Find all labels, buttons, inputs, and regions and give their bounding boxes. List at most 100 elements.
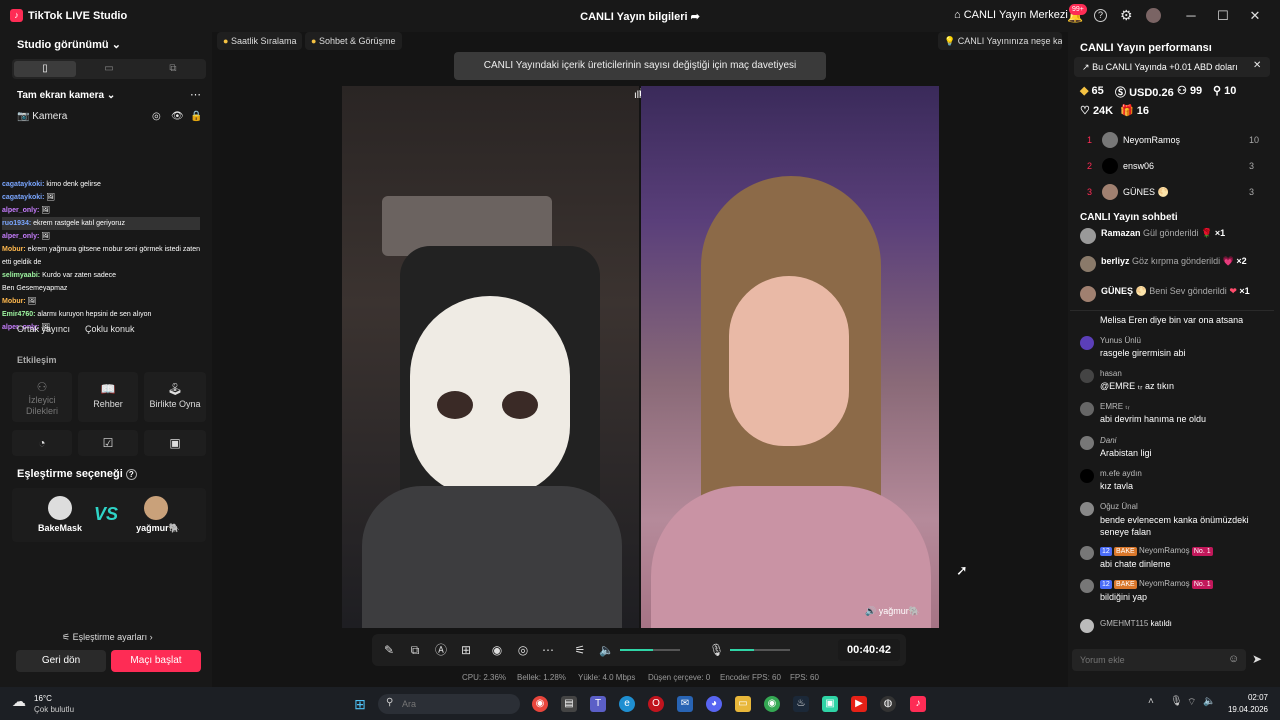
- folder-icon[interactable]: ▭: [735, 696, 751, 712]
- checklist-icon[interactable]: ☑: [78, 430, 138, 456]
- eye-icon[interactable]: 👁: [171, 111, 184, 122]
- chat-text: @EMRE ₜᵣ az tıkın: [1100, 381, 1174, 391]
- close-icon[interactable]: ✕: [1253, 60, 1261, 71]
- box-icon[interactable]: ▣: [144, 430, 206, 456]
- lock-icon[interactable]: 🔒: [190, 111, 202, 122]
- cohost-tab[interactable]: Ortak yayıncı: [17, 324, 70, 334]
- volume-slider[interactable]: [620, 649, 680, 651]
- teams-icon[interactable]: T: [590, 696, 606, 712]
- ai-icon[interactable]: Ⓐ: [434, 643, 448, 657]
- search-input[interactable]: [398, 694, 508, 714]
- steam-icon[interactable]: ♨: [793, 696, 809, 712]
- microphone-icon[interactable]: 🎙: [709, 643, 724, 657]
- discord-icon[interactable]: ◕: [706, 696, 722, 712]
- home-icon: ⌂: [954, 9, 961, 21]
- live-center-link[interactable]: ⌂ CANLI Yayın Merkezi: [954, 9, 1068, 21]
- help-icon[interactable]: ?: [1094, 9, 1107, 22]
- chat-text: abi devrim hanıma ne oldu: [1100, 414, 1207, 424]
- maximize-icon[interactable]: ☐: [1208, 6, 1238, 26]
- mic-tray-icon[interactable]: 🎙: [1170, 696, 1183, 707]
- match-card[interactable]: BakeMask VS yağmur🐘: [12, 488, 206, 542]
- chevron-down-icon: ⌄: [111, 39, 121, 51]
- split-view-icon[interactable]: ⧉: [142, 61, 204, 77]
- network-icon[interactable]: ⌔: [1187, 696, 1196, 709]
- landscape-view-icon[interactable]: ▭: [78, 61, 140, 77]
- rank-number: 1: [1087, 135, 1093, 145]
- magic-wand-icon[interactable]: ✎: [382, 643, 396, 657]
- ranking-row[interactable]: 2 ensw06 3: [1080, 156, 1265, 178]
- send-icon[interactable]: ➤: [1252, 652, 1262, 666]
- obs-icon[interactable]: ◍: [880, 696, 896, 712]
- fun-chip[interactable]: 💡 CANLI Yayınınıza neşe katın: [938, 32, 1062, 50]
- clock-date[interactable]: 19.04.2026: [1222, 705, 1268, 714]
- viewer-requests-tile[interactable]: ⚇ İzleyici Dilekleri: [12, 372, 72, 422]
- more-icon[interactable]: ⋯: [541, 643, 555, 657]
- overlay-line: alper_only: 🖼: [2, 233, 51, 240]
- title-bar: ♪ TikTok LIVE Studio CANLI Yayın bilgile…: [0, 0, 1280, 32]
- weather-cloud-icon[interactable]: ☁: [12, 693, 26, 710]
- volume-icon[interactable]: 🔈: [599, 643, 614, 657]
- record-icon[interactable]: ◉: [490, 643, 504, 657]
- emoji-icon[interactable]: ☺: [1228, 653, 1239, 665]
- bulb-icon: 💡: [944, 36, 956, 46]
- target-icon[interactable]: ◎: [152, 111, 161, 122]
- mixer-icon[interactable]: ⚟: [573, 643, 587, 657]
- volume-tray-icon[interactable]: 🔈: [1203, 696, 1215, 707]
- camera-section-dropdown[interactable]: Tam ekran kamera ⌄: [17, 90, 115, 101]
- profile-avatar[interactable]: [1146, 8, 1161, 23]
- studio-view-dropdown[interactable]: Studio görünümü ⌄: [17, 38, 121, 51]
- chat-overlay: cagataykoki: kimo denk gelirse cagatayko…: [0, 172, 212, 332]
- join-text: katıldı: [1150, 619, 1172, 628]
- live-info-title[interactable]: CANLI Yayın bilgileri ➦: [0, 10, 1280, 23]
- help-icon[interactable]: ?: [125, 469, 137, 480]
- comment-input[interactable]: [1072, 649, 1222, 671]
- portrait-view-icon[interactable]: ▯: [14, 61, 76, 77]
- ranking-row[interactable]: 1 NeyomRamoş 10: [1080, 130, 1265, 152]
- gear-icon[interactable]: ⚙: [1120, 7, 1133, 24]
- youtube-icon[interactable]: ▶: [851, 696, 867, 712]
- close-icon[interactable]: ✕: [1240, 6, 1270, 26]
- share-icon[interactable]: ➦: [691, 11, 700, 23]
- back-button[interactable]: Geri dön: [16, 650, 106, 672]
- chat-user: NeyomRamoş: [1138, 546, 1190, 555]
- performance-banner: ↗ Bu CANLI Yayında +0.01 ABD doları: [1074, 57, 1270, 77]
- overlay-line: ruo1934: ekrem rastgele katıl geriyoruz: [2, 217, 200, 231]
- play-together-tile[interactable]: 🕹 Birlikte Oyna: [144, 372, 206, 422]
- tiktok-studio-icon[interactable]: ♪: [910, 696, 926, 712]
- chevron-up-icon[interactable]: ˄: [1148, 696, 1154, 707]
- hourly-ranking-chip[interactable]: ● Saatlik Sıralama: [217, 32, 303, 50]
- snapshot-icon[interactable]: ◎: [516, 643, 530, 657]
- level-badge: 12: [1100, 547, 1112, 556]
- camera-item[interactable]: 📷 Kamera: [17, 111, 67, 122]
- screen-icon[interactable]: ⧉: [408, 643, 422, 657]
- chrome-icon[interactable]: ◉: [532, 696, 548, 712]
- app-icon[interactable]: ▣: [822, 696, 838, 712]
- opera-icon[interactable]: O: [648, 696, 664, 712]
- match-option-label: Eşleştirme seçeneği: [17, 468, 123, 480]
- fun-chip-label: CANLI Yayınınıza neşe katın: [957, 36, 1062, 46]
- mask-eye: [437, 391, 473, 419]
- avatar: [1080, 369, 1094, 383]
- more-icon[interactable]: ⋯: [190, 88, 201, 101]
- avatar: [1080, 436, 1094, 450]
- mail-icon[interactable]: ✉: [677, 696, 693, 712]
- windows-start-icon[interactable]: ⊞: [352, 696, 368, 712]
- book-icon: 📖: [100, 382, 116, 396]
- ranking-row[interactable]: 3 GÜNES 🌕 3: [1080, 182, 1265, 204]
- store-icon[interactable]: ▤: [561, 696, 577, 712]
- avatar: [1080, 228, 1096, 244]
- rank-badge: No. 1: [1191, 580, 1213, 589]
- poll-icon[interactable]: ◔: [12, 430, 72, 456]
- overlay-line: cagataykoki: 🖼: [2, 194, 56, 201]
- guide-tile[interactable]: 📖 Rehber: [78, 372, 138, 422]
- clock-time[interactable]: 02:07: [1222, 693, 1268, 702]
- minimize-icon[interactable]: ─: [1176, 6, 1206, 26]
- match-settings-link[interactable]: ⚟ Eşleştirme ayarları ›: [62, 632, 153, 643]
- edge-icon[interactable]: e: [619, 696, 635, 712]
- mic-slider[interactable]: [730, 649, 790, 651]
- multi-guest-tab[interactable]: Çoklu konuk: [85, 324, 135, 334]
- add-source-icon[interactable]: ⊞: [459, 643, 473, 657]
- start-match-button[interactable]: Maçı başlat: [111, 650, 201, 672]
- chrome-profile-icon[interactable]: ◉: [764, 696, 780, 712]
- chat-call-chip[interactable]: ● Sohbet & Görüşme: [305, 32, 402, 50]
